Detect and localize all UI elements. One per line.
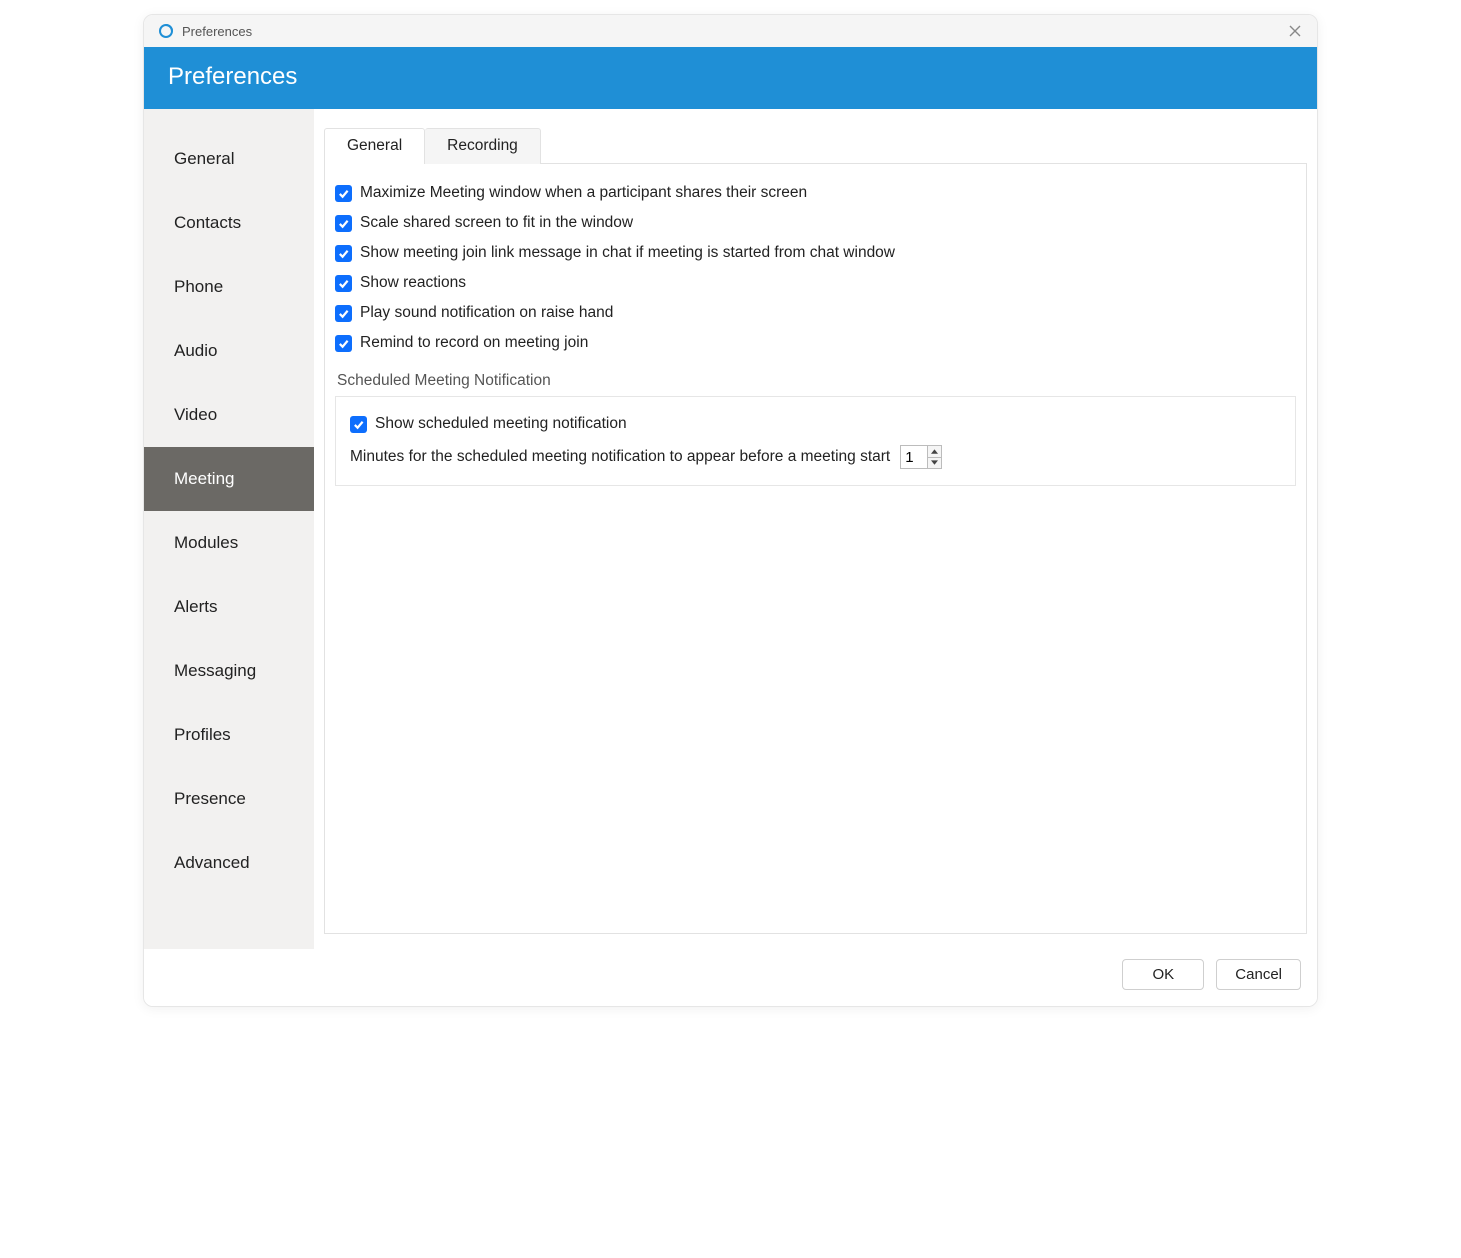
checkbox-label[interactable]: Maximize Meeting window when a participa… (360, 184, 807, 202)
minutes-label: Minutes for the scheduled meeting notifi… (350, 448, 890, 466)
sidebar-item-label: Presence (174, 789, 246, 808)
spinner-up-icon[interactable] (928, 446, 941, 458)
window-title: Preferences (182, 24, 252, 39)
sidebar-item-phone[interactable]: Phone (144, 255, 314, 319)
ok-button[interactable]: OK (1122, 959, 1204, 990)
checkbox-label[interactable]: Show meeting join link message in chat i… (360, 244, 895, 262)
close-icon[interactable] (1283, 19, 1307, 43)
checkbox-maximize-on-share[interactable] (335, 185, 352, 202)
tab-panel-general: Maximize Meeting window when a participa… (324, 164, 1307, 934)
setting-scale-shared-screen: Scale shared screen to fit in the window (335, 208, 1296, 238)
sidebar-item-label: Modules (174, 533, 238, 552)
setting-maximize-on-share: Maximize Meeting window when a participa… (335, 178, 1296, 208)
spinner-down-icon[interactable] (928, 458, 941, 469)
sidebar-item-presence[interactable]: Presence (144, 767, 314, 831)
sidebar-item-messaging[interactable]: Messaging (144, 639, 314, 703)
tab-label: General (347, 137, 402, 154)
sidebar-item-modules[interactable]: Modules (144, 511, 314, 575)
header-banner: Preferences (144, 47, 1317, 109)
dialog-footer: OK Cancel (144, 949, 1317, 1006)
scheduled-group-title: Scheduled Meeting Notification (335, 372, 1296, 390)
sidebar-item-advanced[interactable]: Advanced (144, 831, 314, 895)
tab-recording[interactable]: Recording (425, 128, 541, 164)
sidebar-item-meeting[interactable]: Meeting (144, 447, 314, 511)
setting-remind-record: Remind to record on meeting join (335, 328, 1296, 358)
tabs: General Recording (324, 127, 1307, 164)
minutes-input[interactable] (901, 446, 927, 468)
button-label: Cancel (1235, 966, 1282, 983)
setting-raise-hand-sound: Play sound notification on raise hand (335, 298, 1296, 328)
checkbox-label[interactable]: Show reactions (360, 274, 466, 292)
sidebar-item-label: Profiles (174, 725, 231, 744)
sidebar-item-video[interactable]: Video (144, 383, 314, 447)
checkbox-label[interactable]: Play sound notification on raise hand (360, 304, 613, 322)
preferences-window: Preferences Preferences General Contacts… (143, 14, 1318, 1007)
button-label: OK (1152, 966, 1174, 983)
checkbox-label[interactable]: Scale shared screen to fit in the window (360, 214, 633, 232)
checkbox-remind-record[interactable] (335, 335, 352, 352)
checkbox-show-reactions[interactable] (335, 275, 352, 292)
tab-general[interactable]: General (324, 128, 425, 164)
checkbox-show-join-link[interactable] (335, 245, 352, 262)
titlebar: Preferences (144, 15, 1317, 47)
sidebar-item-general[interactable]: General (144, 127, 314, 191)
setting-show-reactions: Show reactions (335, 268, 1296, 298)
content-area: General Recording Maximize Meeting windo… (314, 109, 1317, 949)
page-title: Preferences (168, 63, 1293, 91)
checkbox-scale-shared-screen[interactable] (335, 215, 352, 232)
body: General Contacts Phone Audio Video Meeti… (144, 109, 1317, 949)
app-icon (158, 23, 174, 39)
sidebar-item-label: Contacts (174, 213, 241, 232)
checkbox-label[interactable]: Show scheduled meeting notification (375, 415, 627, 433)
checkbox-label[interactable]: Remind to record on meeting join (360, 334, 588, 352)
sidebar-item-label: Meeting (174, 469, 234, 488)
minutes-spinner (900, 445, 942, 469)
sidebar-item-label: Advanced (174, 853, 250, 872)
checkbox-show-scheduled-notif[interactable] (350, 416, 367, 433)
sidebar-item-contacts[interactable]: Contacts (144, 191, 314, 255)
sidebar: General Contacts Phone Audio Video Meeti… (144, 109, 314, 949)
scheduled-group: Show scheduled meeting notification Minu… (335, 396, 1296, 486)
checkbox-raise-hand-sound[interactable] (335, 305, 352, 322)
sidebar-item-label: Phone (174, 277, 223, 296)
sidebar-item-label: General (174, 149, 234, 168)
sidebar-item-label: Messaging (174, 661, 256, 680)
sidebar-item-profiles[interactable]: Profiles (144, 703, 314, 767)
sidebar-item-label: Audio (174, 341, 217, 360)
cancel-button[interactable]: Cancel (1216, 959, 1301, 990)
sidebar-item-audio[interactable]: Audio (144, 319, 314, 383)
tab-label: Recording (447, 137, 518, 154)
setting-show-join-link: Show meeting join link message in chat i… (335, 238, 1296, 268)
minutes-row: Minutes for the scheduled meeting notifi… (350, 439, 1281, 469)
sidebar-item-alerts[interactable]: Alerts (144, 575, 314, 639)
sidebar-item-label: Alerts (174, 597, 217, 616)
setting-show-scheduled-notif: Show scheduled meeting notification (350, 409, 1281, 439)
sidebar-item-label: Video (174, 405, 217, 424)
